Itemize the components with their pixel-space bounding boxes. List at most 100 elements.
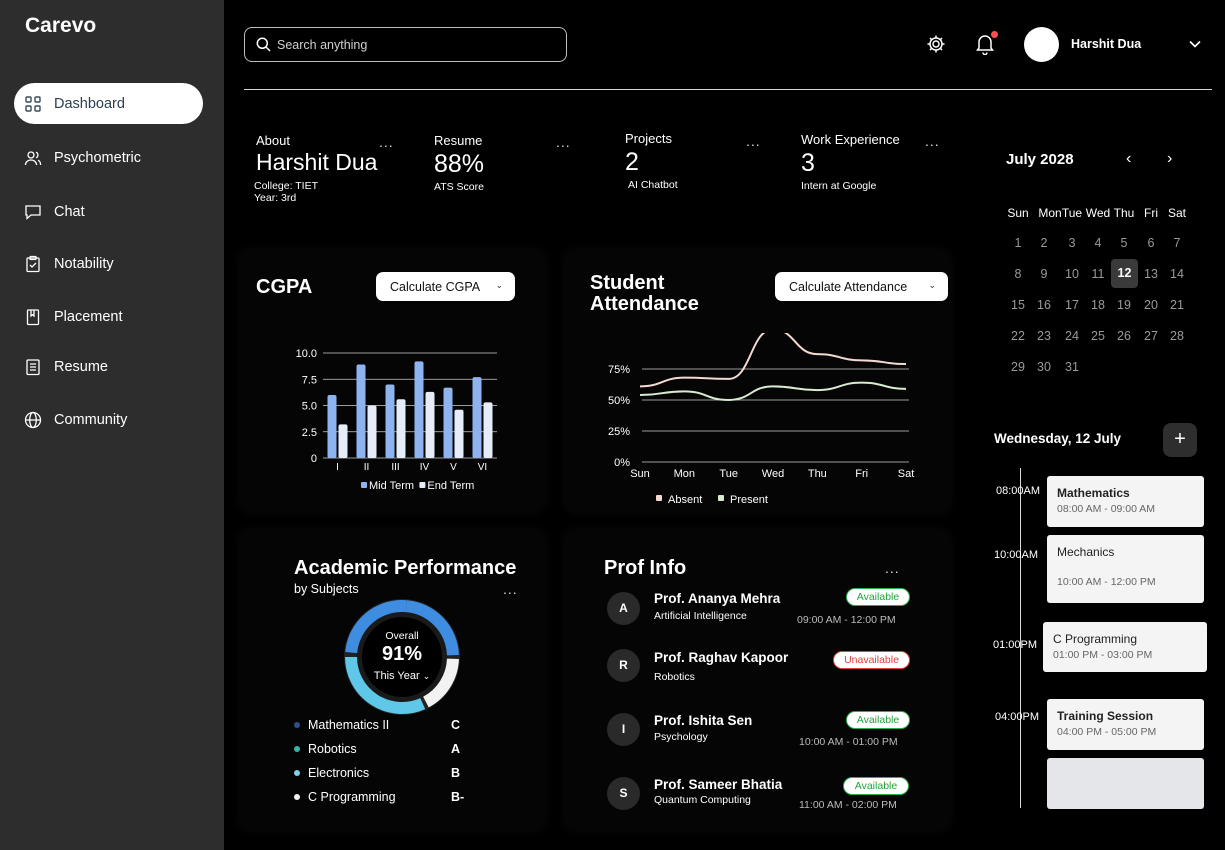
x-tick-label: II [364, 462, 370, 473]
resume-more-button[interactable]: ... [556, 134, 571, 150]
work-count: 3 [801, 149, 815, 177]
event-card[interactable]: Mathematics 08:00 AM - 09:00 AM [1047, 476, 1204, 527]
calendar-day[interactable]: 10 [1059, 261, 1085, 287]
bar-end-term [483, 402, 493, 458]
calendar-day[interactable]: 23 [1031, 323, 1057, 349]
calendar-day[interactable]: 9 [1031, 261, 1057, 287]
prof-more-button[interactable]: ... [885, 560, 900, 576]
prof-dept: Robotics [654, 671, 695, 683]
prof-name[interactable]: Prof. Ishita Sen [654, 713, 752, 728]
x-tick-label: Mon [674, 468, 695, 480]
prof-info-title: Prof Info [604, 557, 687, 579]
gear-icon[interactable] [926, 34, 946, 54]
calendar-day[interactable]: 27 [1138, 323, 1164, 349]
prof-name[interactable]: Prof. Ananya Mehra [654, 591, 780, 606]
timeline [1020, 468, 1021, 808]
sidebar-item-psychometric[interactable]: Psychometric [14, 137, 203, 178]
stat-work: Work Experience 3 Intern at Google [801, 132, 900, 192]
search-bar[interactable] [244, 27, 567, 62]
subject-row: Electronics [294, 766, 369, 780]
sidebar-item-label: Notability [54, 255, 114, 272]
prof-name[interactable]: Prof. Raghav Kapoor [654, 650, 788, 665]
calendar-day[interactable]: 7 [1164, 230, 1190, 256]
stat-resume: Resume 88% ATS Score [434, 133, 484, 193]
calendar-day[interactable]: 19 [1111, 292, 1137, 318]
calendar-day[interactable]: 25 [1085, 323, 1111, 349]
sidebar-item-community[interactable]: Community [14, 399, 203, 440]
x-tick-label: IV [420, 462, 430, 473]
chevron-left-icon[interactable]: ‹ [1126, 150, 1131, 168]
calendar-day[interactable]: 2 [1031, 230, 1057, 256]
prof-hours: 11:00 AM - 02:00 PM [799, 799, 897, 811]
document-icon [24, 358, 42, 376]
calendar-day[interactable]: 26 [1111, 323, 1137, 349]
chevron-down-icon: ⌄ [495, 280, 503, 290]
about-more-button[interactable]: ... [379, 134, 394, 150]
sidebar-item-notability[interactable]: Notability [14, 243, 203, 284]
weekday-label: Tue [1061, 206, 1083, 220]
sidebar-item-label: Community [54, 411, 128, 428]
calendar-day[interactable]: 1 [1005, 230, 1031, 256]
calendar-day[interactable]: 28 [1164, 323, 1190, 349]
work-more-button[interactable]: ... [925, 133, 940, 149]
stat-label: Projects [625, 131, 672, 146]
period-selector[interactable]: This Year ⌄ [343, 670, 461, 682]
calendar-day[interactable]: 22 [1005, 323, 1031, 349]
calendar-day[interactable]: 31 [1059, 354, 1085, 380]
academic-more-button[interactable]: ... [503, 581, 518, 597]
calendar-day[interactable]: 21 [1164, 292, 1190, 318]
sidebar-item-dashboard[interactable]: Dashboard [14, 83, 203, 124]
event-card[interactable]: Mechanics 10:00 AM - 12:00 PM [1047, 535, 1204, 603]
calendar-day[interactable]: 16 [1031, 292, 1057, 318]
prof-name[interactable]: Prof. Sameer Bhatia [654, 777, 782, 792]
sidebar: Carevo Dashboard Psychometric Chat Notab… [0, 0, 224, 850]
calendar-day[interactable]: 4 [1085, 230, 1111, 256]
event-name: Training Session [1057, 709, 1154, 723]
calendar-day[interactable]: 6 [1138, 230, 1164, 256]
calendar-day[interactable]: 17 [1059, 292, 1085, 318]
calendar-day[interactable]: 14 [1164, 261, 1190, 287]
chevron-right-icon[interactable]: › [1167, 150, 1172, 168]
calendar-day[interactable]: 20 [1138, 292, 1164, 318]
calendar-day[interactable]: 3 [1059, 230, 1085, 256]
calendar-day[interactable]: 24 [1059, 323, 1085, 349]
legend-dot [294, 722, 300, 728]
prof-dept: Quantum Computing [654, 794, 751, 806]
calendar-day[interactable]: 11 [1085, 261, 1111, 287]
x-tick-label: Fri [855, 468, 868, 480]
y-tick-label: 0% [614, 457, 630, 469]
calendar-day[interactable]: 5 [1111, 230, 1137, 256]
add-event-button[interactable]: + [1163, 423, 1197, 457]
x-tick-label: Thu [808, 468, 827, 480]
sidebar-item-resume[interactable]: Resume [14, 346, 203, 387]
calendar-day[interactable]: 15 [1005, 292, 1031, 318]
sidebar-item-placement[interactable]: Placement [14, 296, 203, 337]
time-label: 08:00AM [996, 485, 1041, 497]
stat-projects: Projects 2 AI Chatbot [625, 131, 678, 191]
empty-event-slot[interactable] [1047, 758, 1204, 809]
event-card[interactable]: Training Session 04:00 PM - 05:00 PM [1047, 699, 1204, 750]
calendar-day[interactable]: 12 [1111, 259, 1138, 288]
year: Year: 3rd [254, 192, 297, 204]
legend-label: Present [730, 494, 768, 506]
academic-title: Academic Performance [294, 557, 517, 579]
subject-grade: A [451, 742, 461, 756]
calculate-attendance-button[interactable]: Calculate Attendance ⌄ [775, 272, 948, 301]
calendar-day[interactable]: 13 [1138, 261, 1164, 287]
calendar-day[interactable]: 18 [1085, 292, 1111, 318]
event-card[interactable]: C Programming 01:00 PM - 03:00 PM [1043, 622, 1207, 672]
y-tick-label: 50% [608, 395, 630, 407]
bar-mid-term [414, 361, 424, 458]
calendar-day[interactable]: 8 [1005, 261, 1031, 287]
calendar-day[interactable]: 29 [1005, 354, 1031, 380]
calendar-day[interactable]: 30 [1031, 354, 1057, 380]
globe-icon [24, 411, 42, 429]
avatar[interactable] [1024, 27, 1059, 62]
sidebar-item-chat[interactable]: Chat [14, 191, 203, 232]
projects-more-button[interactable]: ... [746, 133, 761, 149]
chevron-down-icon[interactable] [1188, 38, 1202, 50]
legend-swatch [656, 495, 662, 501]
x-tick-label: Wed [762, 468, 784, 480]
calculate-cgpa-button[interactable]: Calculate CGPA ⌄ [376, 272, 515, 301]
search-input[interactable] [277, 37, 547, 52]
